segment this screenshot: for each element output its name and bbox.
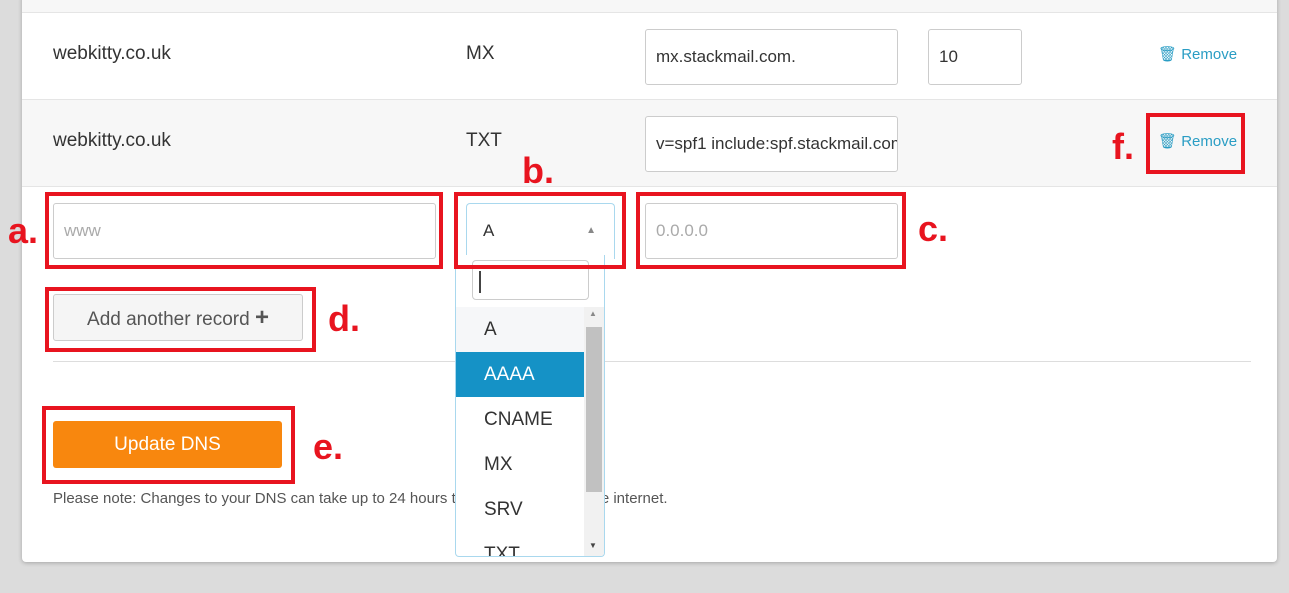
scrollbar[interactable]: ▲ ▼ <box>584 307 604 556</box>
annotation-box-b <box>454 192 626 269</box>
scroll-down-icon[interactable]: ▼ <box>589 541 597 550</box>
annotation-label-f: f. <box>1112 126 1134 167</box>
divider <box>53 361 1251 362</box>
annotation-box-a <box>45 192 443 269</box>
table-row <box>22 0 1277 13</box>
option-cname[interactable]: CNAME <box>456 397 584 442</box>
record-value-input[interactable]: mx.stackmail.com. <box>645 29 898 85</box>
table-row: webkitty.co.uk MX mx.stackmail.com. 10 🗑… <box>22 13 1277 100</box>
record-value-input[interactable]: v=spf1 include:spf.stackmail.com <box>645 116 898 172</box>
annotation-box-c <box>636 192 906 269</box>
table-row: webkitty.co.uk TXT v=spf1 include:spf.st… <box>22 100 1277 187</box>
option-a[interactable]: A <box>456 307 584 352</box>
scroll-up-icon[interactable]: ▲ <box>589 309 597 318</box>
trash-icon: 🗑 <box>1158 46 1178 63</box>
annotation-box-d <box>45 287 316 352</box>
annotation-label-e: e. <box>313 426 344 467</box>
annotation-label-c: c. <box>918 208 949 249</box>
option-txt[interactable]: TXT <box>456 532 584 556</box>
annotation-box-e <box>42 406 295 484</box>
record-type: TXT <box>466 130 502 151</box>
annotation-label-a: a. <box>8 210 39 251</box>
remove-button[interactable]: 🗑 Remove <box>1158 45 1237 63</box>
option-aaaa[interactable]: AAAA <box>456 352 584 397</box>
annotation-box-f <box>1146 113 1245 174</box>
record-type: MX <box>466 43 495 64</box>
annotation-label-b: b. <box>522 150 554 191</box>
remove-label: Remove <box>1181 46 1238 63</box>
option-srv[interactable]: SRV <box>456 487 584 532</box>
record-host: webkitty.co.uk <box>53 130 171 151</box>
scrollbar-thumb[interactable] <box>586 327 602 492</box>
type-dropdown: A AAAA CNAME MX SRV TXT ▲ ▼ <box>455 255 605 557</box>
record-host: webkitty.co.uk <box>53 43 171 64</box>
option-mx[interactable]: MX <box>456 442 584 487</box>
text-cursor <box>479 271 481 293</box>
annotation-label-d: d. <box>328 298 360 339</box>
record-priority-input[interactable]: 10 <box>928 29 1022 85</box>
